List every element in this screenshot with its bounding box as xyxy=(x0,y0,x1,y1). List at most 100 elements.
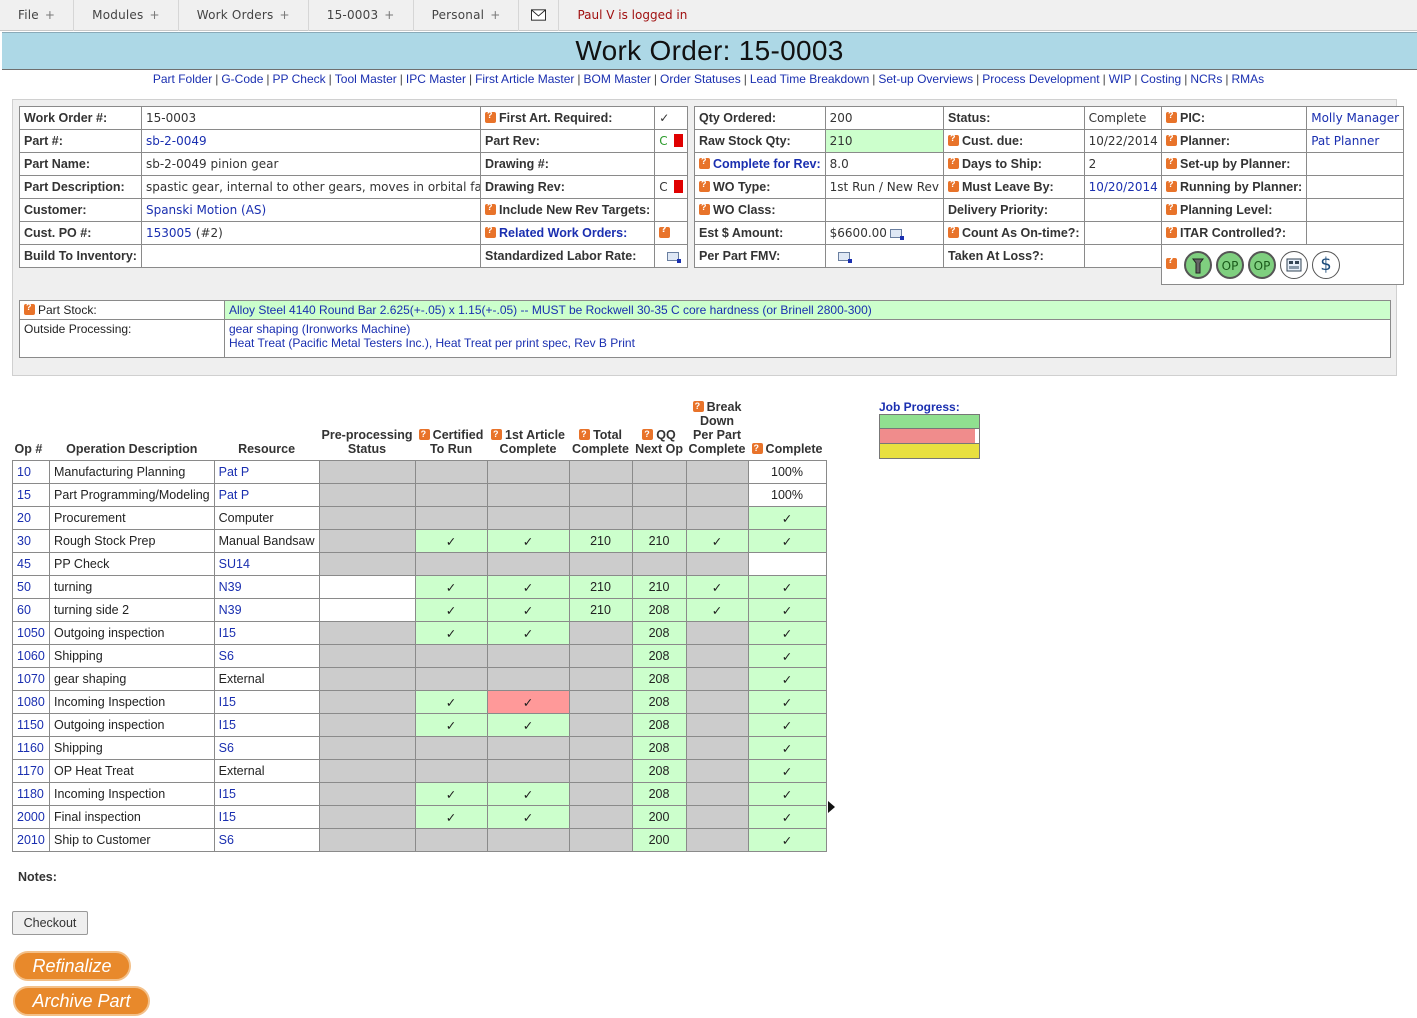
menu-work-orders[interactable]: Work Orders + xyxy=(179,0,309,31)
nav-link-pp-check[interactable]: PP Check xyxy=(273,72,326,86)
help-icon[interactable] xyxy=(491,427,503,441)
calculator-icon[interactable] xyxy=(889,229,904,240)
op-number-link[interactable]: 1060 xyxy=(17,649,45,663)
help-icon[interactable] xyxy=(699,156,710,169)
help-icon[interactable] xyxy=(751,441,763,455)
op-number-link[interactable]: 1160 xyxy=(17,741,44,755)
op-number-link[interactable]: 10 xyxy=(17,465,31,479)
op-number-link[interactable]: 1050 xyxy=(17,626,45,640)
help-icon[interactable] xyxy=(948,156,959,169)
mail-icon[interactable] xyxy=(519,0,560,31)
help-icon[interactable] xyxy=(659,225,671,238)
wo-value-part[interactable]: sb-2-0049 xyxy=(146,134,207,148)
resource-link[interactable]: Pat P xyxy=(219,465,250,479)
nav-link-tool-master[interactable]: Tool Master xyxy=(335,72,397,86)
help-icon[interactable] xyxy=(699,179,710,192)
help-icon[interactable] xyxy=(485,110,496,123)
help-icon[interactable] xyxy=(418,427,430,441)
pic-value-planner[interactable]: Pat Planner xyxy=(1311,134,1379,148)
help-icon[interactable] xyxy=(1166,256,1177,269)
tool-icon[interactable] xyxy=(1184,250,1212,279)
menu-file[interactable]: File + xyxy=(0,0,75,31)
op-number-link[interactable]: 2000 xyxy=(17,810,45,824)
help-icon[interactable] xyxy=(948,133,959,146)
pic-value-pic[interactable]: Molly Manager xyxy=(1311,111,1399,125)
part-stock-link[interactable]: Alloy Steel 4140 Round Bar 2.625(+-.05) … xyxy=(229,303,872,317)
op-number-link[interactable]: 1070 xyxy=(17,672,45,686)
op-number-link[interactable]: 1080 xyxy=(17,695,45,709)
help-icon[interactable] xyxy=(1166,133,1177,146)
resource-link[interactable]: S6 xyxy=(219,833,234,847)
archive-part-button[interactable]: Archive Part xyxy=(13,986,150,1016)
help-icon[interactable] xyxy=(24,302,35,315)
nav-link-first-article-master[interactable]: First Article Master xyxy=(475,72,574,86)
nav-link-set-up-overviews[interactable]: Set-up Overviews xyxy=(878,72,973,86)
help-icon[interactable] xyxy=(1166,225,1177,238)
help-icon[interactable] xyxy=(1166,179,1177,192)
nav-link-g-code[interactable]: G-Code xyxy=(221,72,263,86)
resource-link[interactable]: I15 xyxy=(219,787,236,801)
nav-link-rmas[interactable]: RMAs xyxy=(1231,72,1264,86)
nav-link-bom-master[interactable]: BOM Master xyxy=(584,72,651,86)
help-icon[interactable] xyxy=(485,225,496,238)
op-button-1[interactable]: OP xyxy=(1216,250,1244,279)
op-number-link[interactable]: 2010 xyxy=(17,833,45,847)
nav-link-ipc-master[interactable]: IPC Master xyxy=(406,72,466,86)
calculator-icon[interactable] xyxy=(1280,250,1308,279)
resource-link[interactable]: N39 xyxy=(219,603,242,617)
resource-link[interactable]: I15 xyxy=(219,810,236,824)
qty-label-complete-for-rev[interactable]: Complete for Rev: xyxy=(713,157,821,171)
qty-row: Raw Stock Qty: 210 xyxy=(694,129,945,153)
resource-link[interactable]: S6 xyxy=(219,649,234,663)
resource-link[interactable]: Pat P xyxy=(219,488,250,502)
help-icon[interactable] xyxy=(1166,156,1177,169)
costing-dollar-button[interactable]: $ xyxy=(1312,250,1340,279)
calculator-icon[interactable] xyxy=(667,252,682,263)
checkout-button[interactable]: Checkout xyxy=(12,911,88,935)
play-arrow-icon[interactable] xyxy=(828,801,835,813)
resource-link[interactable]: N39 xyxy=(219,580,242,594)
nav-link-order-statuses[interactable]: Order Statuses xyxy=(660,72,741,86)
resource-link[interactable]: I15 xyxy=(219,718,236,732)
op-number-link[interactable]: 20 xyxy=(17,511,31,525)
resource-link[interactable]: I15 xyxy=(219,626,236,640)
nav-link-wip[interactable]: WIP xyxy=(1109,72,1132,86)
op-number-link[interactable]: 1180 xyxy=(17,787,44,801)
nav-link-costing[interactable]: Costing xyxy=(1141,72,1182,86)
outside-processing-link-1[interactable]: gear shaping (Ironworks Machine) xyxy=(229,322,1386,336)
nav-link-process-development[interactable]: Process Development xyxy=(982,72,1099,86)
help-icon[interactable] xyxy=(485,202,496,215)
wo-value-customer[interactable]: Spanski Motion (AS) xyxy=(146,203,266,217)
nav-link-part-folder[interactable]: Part Folder xyxy=(153,72,212,86)
refinalize-button[interactable]: Refinalize xyxy=(13,951,131,981)
menu-current-wo[interactable]: 15-0003 + xyxy=(309,0,414,31)
wo-value-cust-po[interactable]: 153005 xyxy=(146,226,192,240)
op-number-link[interactable]: 50 xyxy=(17,580,31,594)
menu-personal[interactable]: Personal + xyxy=(414,0,520,31)
op-button-2[interactable]: OP xyxy=(1248,250,1276,279)
help-icon[interactable] xyxy=(948,225,959,238)
menu-modules[interactable]: Modules + xyxy=(74,0,179,31)
op-number-link[interactable]: 1150 xyxy=(17,718,44,732)
nav-link-ncrs[interactable]: NCRs xyxy=(1190,72,1222,86)
op-number-link[interactable]: 1170 xyxy=(17,764,44,778)
help-icon[interactable] xyxy=(1166,202,1177,215)
help-icon[interactable] xyxy=(692,399,704,413)
op-number-link[interactable]: 60 xyxy=(17,603,31,617)
help-icon[interactable] xyxy=(948,179,959,192)
help-icon[interactable] xyxy=(579,427,591,441)
op-number-link[interactable]: 30 xyxy=(17,534,31,548)
op-number-link[interactable]: 15 xyxy=(17,488,31,502)
help-icon[interactable] xyxy=(1166,110,1177,123)
calculator-icon[interactable] xyxy=(837,252,852,263)
status-value-must-leave-by[interactable]: 10/20/2014 xyxy=(1089,180,1158,194)
help-icon[interactable] xyxy=(642,427,654,441)
art-label-related-work-orders[interactable]: Related Work Orders: xyxy=(499,226,627,240)
help-icon[interactable] xyxy=(699,202,710,215)
outside-processing-link-2[interactable]: Heat Treat (Pacific Metal Testers Inc.),… xyxy=(229,336,1386,350)
resource-link[interactable]: I15 xyxy=(219,695,236,709)
resource-link[interactable]: S6 xyxy=(219,741,234,755)
op-number-link[interactable]: 45 xyxy=(17,557,31,571)
nav-link-lead-time-breakdown[interactable]: Lead Time Breakdown xyxy=(750,72,869,86)
resource-link[interactable]: SU14 xyxy=(219,557,250,571)
